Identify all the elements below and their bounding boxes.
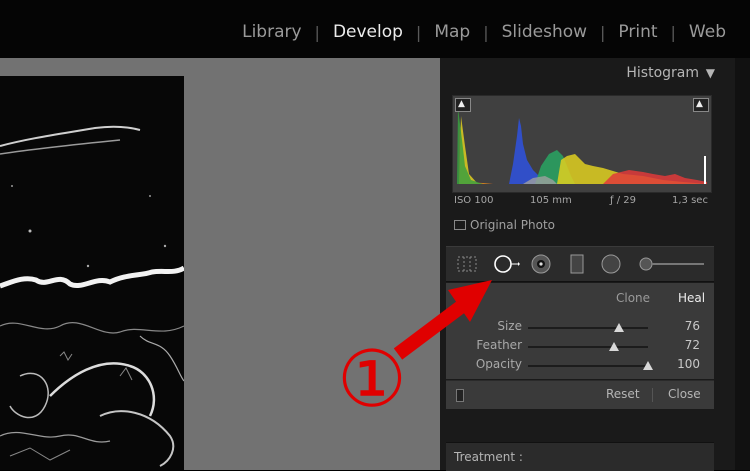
- annotation-number: ①: [337, 335, 407, 425]
